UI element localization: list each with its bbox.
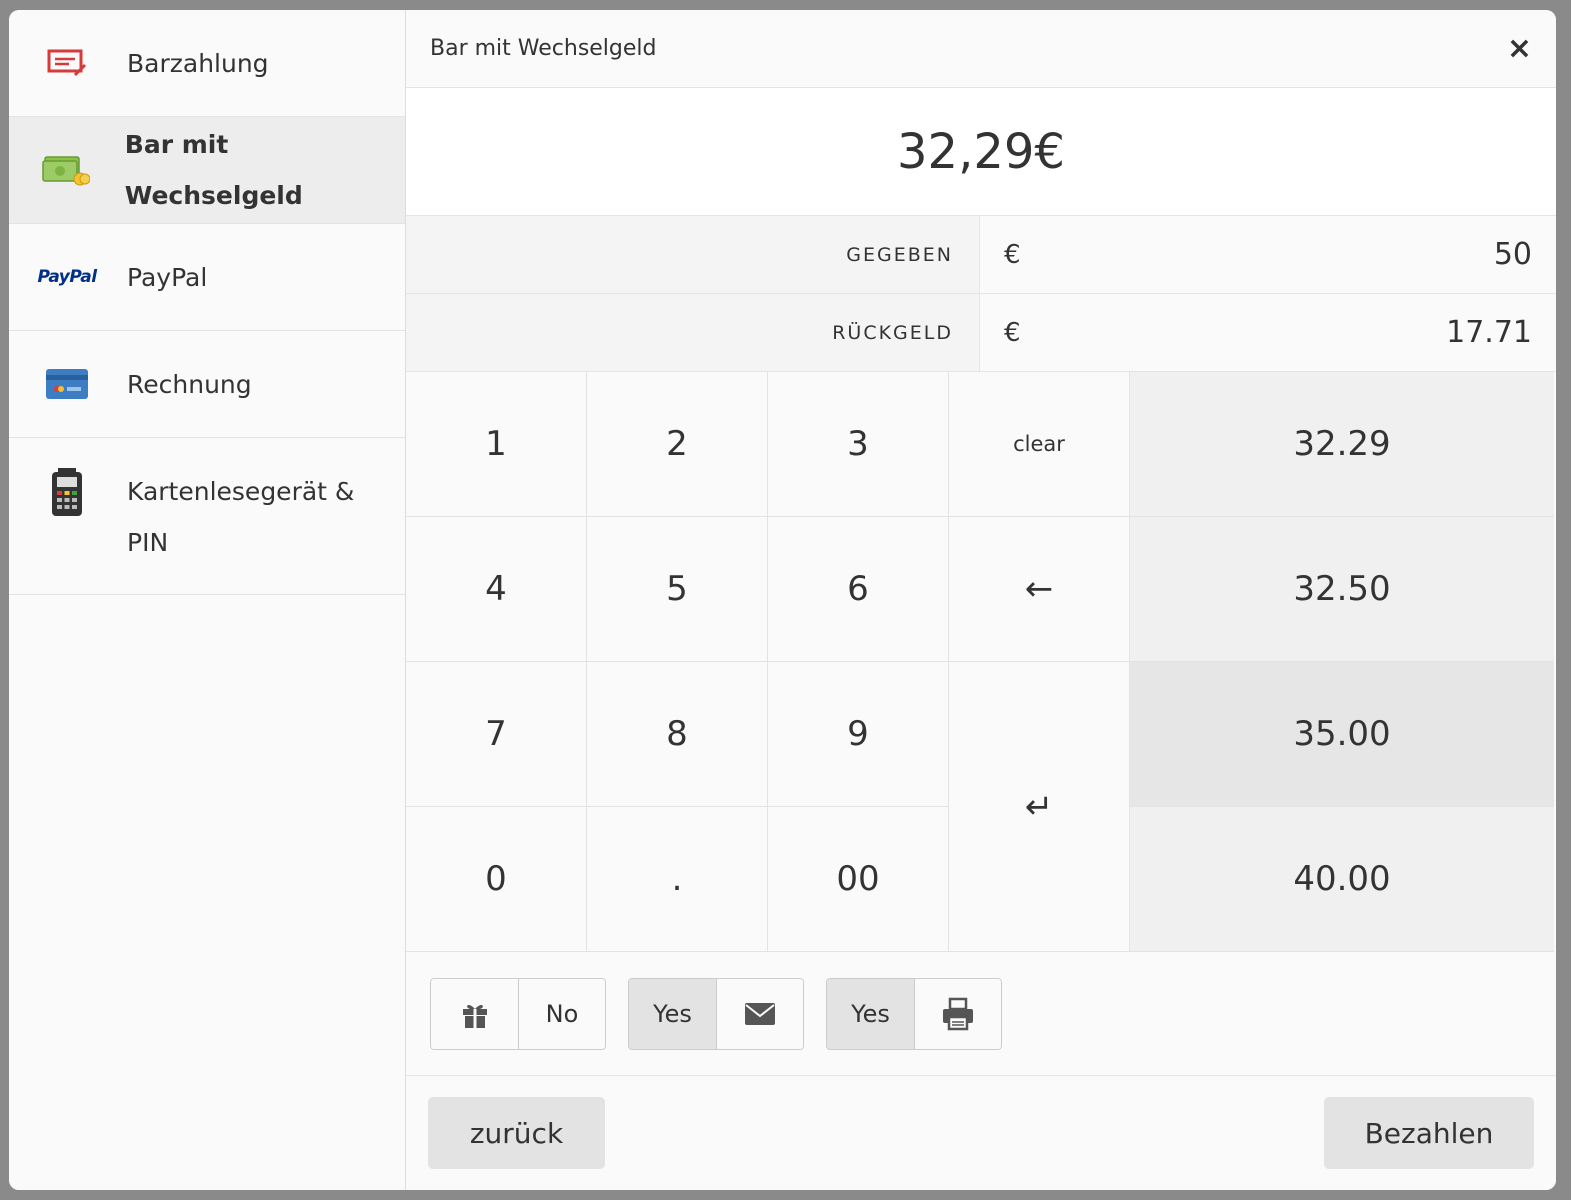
print-toggle-value[interactable]: Yes bbox=[827, 978, 914, 1049]
printer-icon[interactable] bbox=[914, 978, 1001, 1049]
quick-amount-4[interactable]: 40.00 bbox=[1130, 807, 1554, 952]
backspace-button[interactable]: ← bbox=[949, 517, 1130, 662]
quick-amount-1[interactable]: 32.29 bbox=[1130, 372, 1554, 517]
key-1[interactable]: 1 bbox=[406, 372, 587, 517]
gift-toggle-value[interactable]: No bbox=[518, 978, 605, 1049]
change-label: RÜCKGELD bbox=[406, 294, 980, 371]
key-6[interactable]: 6 bbox=[768, 517, 949, 662]
key-5[interactable]: 5 bbox=[587, 517, 768, 662]
card-terminal-icon bbox=[35, 466, 99, 517]
sidebar-item-paypal[interactable]: PayPal PayPal bbox=[9, 224, 405, 331]
change-display: € 17.71 bbox=[980, 294, 1556, 371]
key-4[interactable]: 4 bbox=[406, 517, 587, 662]
gift-toggle[interactable]: No bbox=[430, 977, 606, 1050]
paypal-logo-icon: PayPal bbox=[35, 257, 99, 297]
sidebar-item-barzahlung[interactable]: Barzahlung bbox=[9, 10, 405, 117]
key-00[interactable]: 00 bbox=[768, 807, 949, 952]
pay-button[interactable]: Bezahlen bbox=[1324, 1097, 1534, 1169]
change-row: RÜCKGELD € 17.71 bbox=[406, 294, 1556, 372]
print-toggle[interactable]: Yes bbox=[826, 977, 1002, 1050]
quick-amount-3[interactable]: 35.00 bbox=[1130, 662, 1554, 807]
enter-button[interactable]: ↵ bbox=[949, 662, 1130, 952]
quick-amount-2[interactable]: 32.50 bbox=[1130, 517, 1554, 662]
modal-header: Bar mit Wechselgeld × bbox=[406, 10, 1556, 88]
sidebar-item-bar-mit-wechselgeld[interactable]: Bar mit Wechselgeld bbox=[9, 117, 405, 224]
back-button[interactable]: zurück bbox=[428, 1097, 605, 1169]
key-3[interactable]: 3 bbox=[768, 372, 949, 517]
sidebar-item-kartenlesegeraet[interactable]: Kartenlesegerät & PIN bbox=[9, 438, 405, 595]
payment-main-panel: Bar mit Wechselgeld × 32,29€ GEGEBEN € 5… bbox=[406, 10, 1556, 1190]
key-8[interactable]: 8 bbox=[587, 662, 768, 807]
numeric-keypad: 1 2 3 clear 32.29 4 5 6 ← 32.50 7 8 9 ↵ … bbox=[406, 372, 1556, 952]
payment-modal: Barzahlung Bar mit Wechselgeld PayPal Pa… bbox=[9, 10, 1556, 1190]
sidebar-item-label: Kartenlesegerät & bbox=[127, 477, 355, 506]
cash-receipt-icon bbox=[35, 43, 99, 83]
sidebar-item-label: PayPal bbox=[127, 262, 208, 292]
change-currency: € bbox=[1004, 317, 1021, 348]
money-coins-icon bbox=[35, 150, 97, 190]
email-toggle[interactable]: Yes bbox=[628, 977, 804, 1050]
modal-title: Bar mit Wechselgeld bbox=[430, 36, 657, 61]
given-input[interactable]: € 50 bbox=[980, 216, 1556, 293]
total-amount: 32,29€ bbox=[406, 88, 1556, 216]
email-toggle-value[interactable]: Yes bbox=[629, 978, 716, 1049]
close-icon[interactable]: × bbox=[1507, 33, 1532, 64]
sidebar-item-label-group: Kartenlesegerät & PIN bbox=[127, 466, 354, 568]
receipt-options: No Yes Yes bbox=[406, 952, 1556, 1076]
key-9[interactable]: 9 bbox=[768, 662, 949, 807]
key-dot[interactable]: . bbox=[587, 807, 768, 952]
payment-method-sidebar: Barzahlung Bar mit Wechselgeld PayPal Pa… bbox=[9, 10, 406, 1190]
clear-button[interactable]: clear bbox=[949, 372, 1130, 517]
key-0[interactable]: 0 bbox=[406, 807, 587, 952]
sidebar-item-label: Barzahlung bbox=[127, 48, 269, 78]
given-row: GEGEBEN € 50 bbox=[406, 216, 1556, 294]
change-value: 17.71 bbox=[1446, 315, 1532, 350]
sidebar-item-label: Bar mit Wechselgeld bbox=[124, 130, 303, 210]
sidebar-item-label-line2: PIN bbox=[127, 528, 169, 557]
sidebar-item-label: Rechnung bbox=[127, 369, 252, 399]
key-2[interactable]: 2 bbox=[587, 372, 768, 517]
given-value: 50 bbox=[1493, 237, 1532, 272]
credit-card-icon bbox=[35, 364, 99, 404]
given-currency: € bbox=[1004, 239, 1021, 270]
given-label: GEGEBEN bbox=[406, 216, 980, 293]
paypal-logo-text: PayPal bbox=[37, 267, 97, 287]
modal-footer: zurück Bezahlen bbox=[406, 1076, 1556, 1190]
key-7[interactable]: 7 bbox=[406, 662, 587, 807]
sidebar-item-rechnung[interactable]: Rechnung bbox=[9, 331, 405, 438]
gift-icon[interactable] bbox=[431, 978, 518, 1049]
envelope-icon[interactable] bbox=[716, 978, 803, 1049]
